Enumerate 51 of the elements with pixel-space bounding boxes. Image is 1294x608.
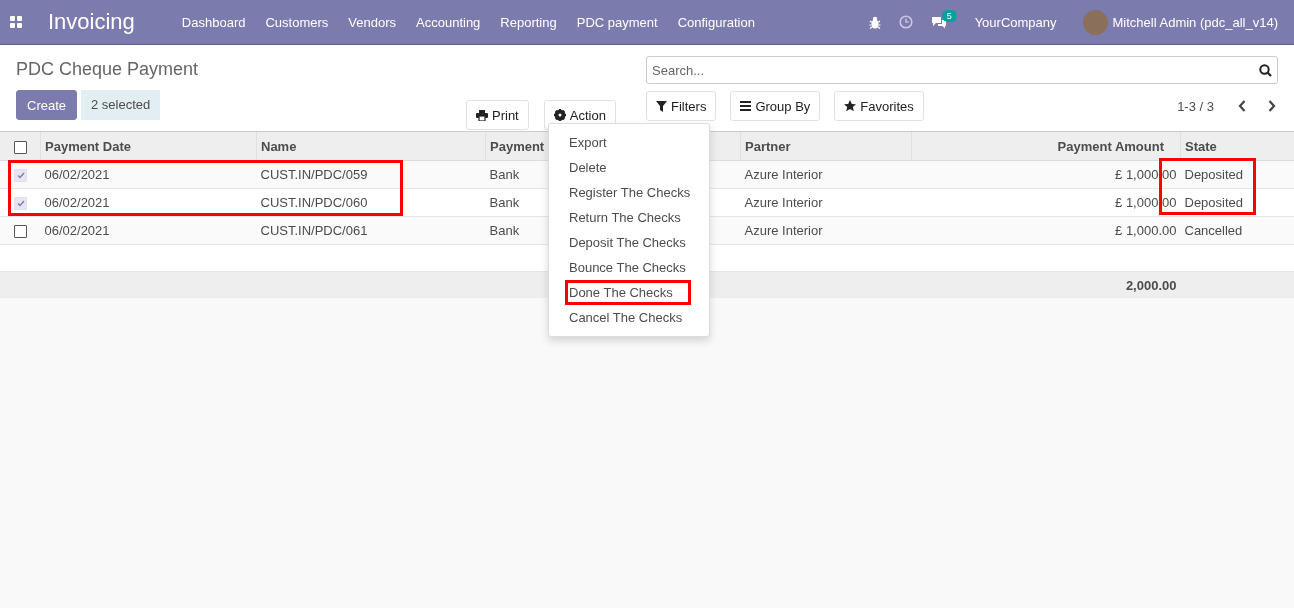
total-amount: 2,000.00	[911, 271, 1181, 298]
menu-item[interactable]: Done The Checks	[565, 280, 691, 305]
table-cell: Azure Interior	[740, 216, 912, 245]
table-cell: Azure Interior	[740, 188, 912, 217]
column-header[interactable]: State	[1180, 131, 1294, 161]
chevron-right-icon[interactable]	[1268, 100, 1276, 112]
user-menu[interactable]: Mitchell Admin (pdc_all_v14)	[1112, 14, 1278, 30]
selection-count: 2 selected	[81, 90, 161, 120]
star-icon	[844, 100, 857, 112]
table-cell: £ 1,000.00	[911, 216, 1181, 245]
select-all-checkbox[interactable]	[14, 140, 27, 154]
favorites-button[interactable]: Favorites	[834, 91, 924, 121]
nav-menu-item[interactable]: Vendors	[348, 14, 396, 30]
bug-icon[interactable]	[868, 15, 881, 29]
search-icon[interactable]	[1259, 64, 1272, 77]
column-header[interactable]: Payment Amount	[911, 131, 1181, 161]
page-title: PDC Cheque Payment	[16, 59, 200, 80]
print-button[interactable]: Print	[466, 100, 529, 130]
chat-icon[interactable]	[930, 15, 947, 29]
table-cell: Azure Interior	[740, 160, 912, 189]
menu-item[interactable]: Cancel The Checks	[549, 305, 709, 330]
clock-icon[interactable]	[898, 15, 913, 29]
apps-grid-icon[interactable]	[10, 16, 22, 28]
message-count-badge: 5	[941, 9, 957, 22]
pager-value: 1-3 / 3	[1177, 98, 1214, 114]
printer-icon	[476, 109, 488, 121]
nav-menu-item[interactable]: Configuration	[677, 14, 755, 30]
chevron-left-icon[interactable]	[1238, 100, 1246, 112]
nav-menu-item[interactable]: Reporting	[500, 14, 557, 30]
column-header[interactable]: Payment Date	[40, 131, 257, 161]
menu-item[interactable]: Export	[549, 130, 709, 155]
table-cell: Cancelled	[1180, 216, 1294, 245]
nav-menu-item[interactable]: Customers	[265, 14, 329, 30]
group-by-button[interactable]: Group By	[730, 91, 821, 121]
list-icon	[740, 101, 752, 111]
nav-menu-item[interactable]: Dashboard	[181, 14, 246, 30]
nav-menu-item[interactable]: PDC payment	[576, 14, 658, 30]
company-switcher[interactable]: YourCompany	[974, 14, 1057, 30]
table-cell: 06/02/2021	[40, 216, 257, 245]
column-header[interactable]: Partner	[740, 131, 912, 161]
nav-menu-item[interactable]: Accounting	[416, 14, 481, 30]
gear-icon	[553, 109, 566, 121]
app-name[interactable]: Invoicing	[48, 9, 135, 35]
menu-item[interactable]: Bounce The Checks	[549, 255, 709, 280]
table-cell: CUST.IN/PDC/061	[256, 216, 486, 245]
column-header[interactable]: Name	[256, 131, 486, 161]
filter-icon	[656, 100, 667, 112]
search-field[interactable]: Search...	[646, 56, 1278, 84]
filters-button[interactable]: Filters	[646, 91, 717, 121]
row-checkbox[interactable]	[14, 225, 27, 239]
create-button[interactable]: Create	[16, 90, 78, 120]
